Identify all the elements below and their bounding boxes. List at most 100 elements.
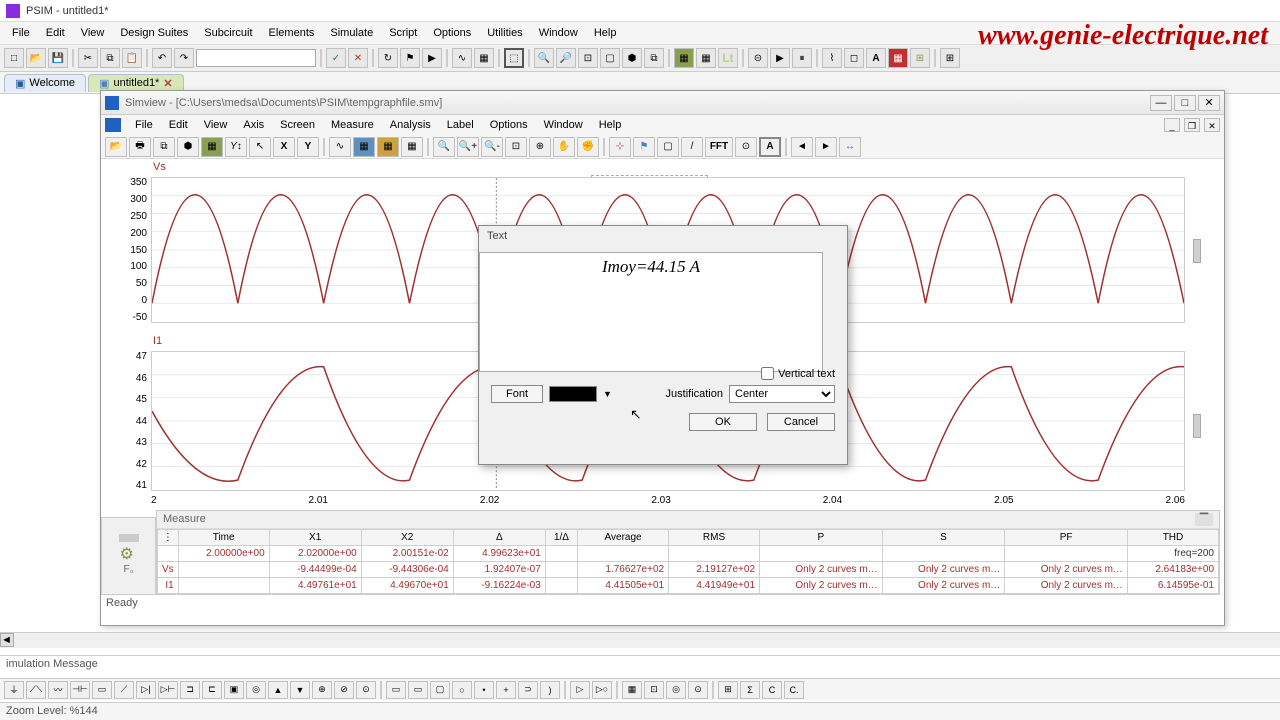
- vscroll-thumb2[interactable]: [1193, 414, 1201, 438]
- redo-icon[interactable]: ↷: [174, 48, 194, 68]
- text-a-icon[interactable]: A: [866, 48, 886, 68]
- box1-icon[interactable]: ▭: [386, 681, 406, 699]
- sv-grid-icon[interactable]: ▦: [201, 137, 223, 157]
- minimize-icon[interactable]: —: [1150, 95, 1172, 111]
- sv-globe-icon[interactable]: ⊕: [529, 137, 551, 157]
- sv-zoom-icon[interactable]: 🔍: [433, 137, 455, 157]
- diode-icon[interactable]: ▷|: [136, 681, 156, 699]
- switch-icon[interactable]: ⟋: [114, 681, 134, 699]
- probe-i-icon[interactable]: ◎: [666, 681, 686, 699]
- menu-help[interactable]: Help: [586, 25, 625, 41]
- or-icon[interactable]: ): [540, 681, 560, 699]
- sv-y2-icon[interactable]: Y: [297, 137, 319, 157]
- sv-y-icon[interactable]: Y↕: [225, 137, 247, 157]
- igbt-icon[interactable]: ⊏: [202, 681, 222, 699]
- rect-icon[interactable]: ▢: [430, 681, 450, 699]
- measure-collapse-icon[interactable]: ▔: [1195, 513, 1213, 526]
- close-icon[interactable]: ✕: [163, 77, 172, 90]
- probe-v-icon[interactable]: ⊡: [644, 681, 664, 699]
- menu-window[interactable]: Window: [531, 25, 586, 41]
- sv-hand2-icon[interactable]: ✊: [577, 137, 599, 157]
- cancel-button[interactable]: Cancel: [767, 413, 835, 431]
- xfmr-icon[interactable]: ◎: [246, 681, 266, 699]
- sv-cursor-icon[interactable]: ↖: [249, 137, 271, 157]
- font-button[interactable]: Font: [491, 385, 543, 403]
- new-icon[interactable]: □: [4, 48, 24, 68]
- block-icon[interactable]: ▦: [622, 681, 642, 699]
- undo-icon[interactable]: ↶: [152, 48, 172, 68]
- mosfet-icon[interactable]: ⊐: [180, 681, 200, 699]
- zoom-out-icon[interactable]: 🔎: [556, 48, 576, 68]
- sv-target-icon[interactable]: ⊙: [735, 137, 757, 157]
- c2-icon[interactable]: C.: [784, 681, 804, 699]
- sv-menu-file[interactable]: File: [127, 117, 161, 133]
- sv-menu-screen[interactable]: Screen: [272, 117, 323, 133]
- sv-x-icon[interactable]: X: [273, 137, 295, 157]
- menu-subcircuit[interactable]: Subcircuit: [196, 25, 260, 41]
- sv-menu-help[interactable]: Help: [591, 117, 630, 133]
- sv-left-icon[interactable]: ◄: [791, 137, 813, 157]
- sv-zoomfit-icon[interactable]: ⊡: [505, 137, 527, 157]
- circ-icon[interactable]: ○: [452, 681, 472, 699]
- sv-print-icon[interactable]: 🖶: [129, 137, 151, 157]
- combo-box[interactable]: [196, 49, 316, 67]
- hscroll-left-icon[interactable]: ◄: [0, 633, 14, 647]
- vsrc-icon[interactable]: ⊘: [334, 681, 354, 699]
- c-icon[interactable]: C: [762, 681, 782, 699]
- vscroll-thumb1[interactable]: [1193, 239, 1201, 263]
- menu-edit[interactable]: Edit: [38, 25, 73, 41]
- sv-menu-measure[interactable]: Measure: [323, 117, 382, 133]
- sv-zoomout-icon[interactable]: 🔍-: [481, 137, 503, 157]
- panel-icon[interactable]: ▦: [674, 48, 694, 68]
- highlight-icon[interactable]: ▦: [474, 48, 494, 68]
- panel2-icon[interactable]: ▦: [696, 48, 716, 68]
- menu-options[interactable]: Options: [425, 25, 479, 41]
- sv-hand-icon[interactable]: ✋: [553, 137, 575, 157]
- sine-icon[interactable]: ∿: [452, 48, 472, 68]
- sv-marker-icon[interactable]: ▢: [657, 137, 679, 157]
- zoom-in-icon[interactable]: 🔍: [534, 48, 554, 68]
- color-swatch[interactable]: [549, 386, 597, 402]
- sv-text-icon[interactable]: A: [759, 137, 781, 157]
- sv-menu-edit[interactable]: Edit: [161, 117, 196, 133]
- sv-both-icon[interactable]: ↔: [839, 137, 861, 157]
- sv-zoomin-icon[interactable]: 🔍+: [457, 137, 479, 157]
- menu-elements[interactable]: Elements: [261, 25, 323, 41]
- ground-icon[interactable]: ⏚: [4, 681, 24, 699]
- menu-file[interactable]: File: [4, 25, 38, 41]
- play-icon[interactable]: ▶: [770, 48, 790, 68]
- sv-menu-axis[interactable]: Axis: [235, 117, 272, 133]
- open-icon[interactable]: 📂: [26, 48, 46, 68]
- menu-script[interactable]: Script: [381, 25, 425, 41]
- label-icon[interactable]: ◻: [844, 48, 864, 68]
- meter-icon[interactable]: ⊙: [688, 681, 708, 699]
- cut-icon[interactable]: ✂: [78, 48, 98, 68]
- stop-icon[interactable]: ⊝: [748, 48, 768, 68]
- inner-restore-icon[interactable]: ❐: [1184, 118, 1200, 132]
- src-icon[interactable]: ⊕: [312, 681, 332, 699]
- save-icon[interactable]: 💾: [48, 48, 68, 68]
- text-input[interactable]: [479, 252, 823, 372]
- sv-menu-label[interactable]: Label: [439, 117, 482, 133]
- capacitor-icon[interactable]: ⊣⊢: [70, 681, 90, 699]
- resistor-icon[interactable]: ⟋⟍: [26, 681, 46, 699]
- sv-open-icon[interactable]: 📂: [105, 137, 127, 157]
- sv-merge-icon[interactable]: ▦: [401, 137, 423, 157]
- ok-button[interactable]: OK: [689, 413, 757, 431]
- plus-icon[interactable]: +: [496, 681, 516, 699]
- sv-add-icon[interactable]: ∿: [329, 137, 351, 157]
- thyristor-icon[interactable]: ▷⊢: [158, 681, 178, 699]
- menu-design-suites[interactable]: Design Suites: [112, 25, 196, 41]
- isrc-icon[interactable]: ⊙: [356, 681, 376, 699]
- red-icon[interactable]: ▦: [888, 48, 908, 68]
- paste-icon[interactable]: 📋: [122, 48, 142, 68]
- ctrl-icon[interactable]: ⊞: [718, 681, 738, 699]
- up-icon[interactable]: ▲: [268, 681, 288, 699]
- down-icon[interactable]: ▼: [290, 681, 310, 699]
- sv-flag-icon[interactable]: ⚑: [633, 137, 655, 157]
- sv-menu-view[interactable]: View: [196, 117, 236, 133]
- not-icon[interactable]: ▷○: [592, 681, 612, 699]
- sv-menu-window[interactable]: Window: [536, 117, 591, 133]
- maximize-icon[interactable]: □: [1174, 95, 1196, 111]
- sv-menu-options[interactable]: Options: [482, 117, 536, 133]
